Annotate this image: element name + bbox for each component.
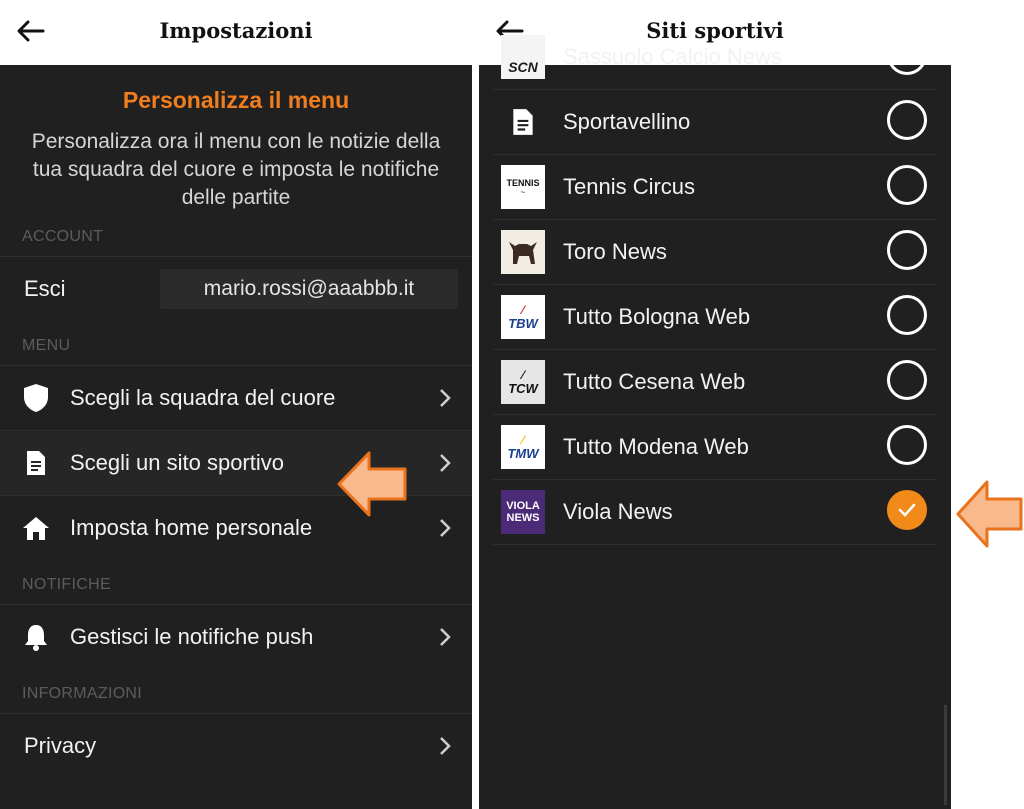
shield-icon xyxy=(22,384,50,412)
radio-button[interactable] xyxy=(887,165,927,205)
logo-swoosh: ⁄ xyxy=(521,302,524,317)
chevron-right-icon xyxy=(440,389,451,407)
logo-swoosh: ⁄ xyxy=(521,367,524,382)
logo-text: TMW xyxy=(507,445,539,461)
list-item[interactable]: Sportavellino xyxy=(493,90,937,155)
site-logo: SCN xyxy=(501,35,545,79)
radio-button[interactable] xyxy=(887,230,927,270)
site-logo: ⁄ TBW xyxy=(501,295,545,339)
sites-list: SCN Sassuolo Calcio News Sportavellino T… xyxy=(479,35,951,809)
site-name: Toro News xyxy=(563,239,667,264)
radio-button-selected[interactable] xyxy=(887,490,927,530)
list-item[interactable]: ⁄ TCW Tutto Cesena Web xyxy=(493,350,937,415)
logout-label: Esci xyxy=(24,276,66,301)
list-item[interactable]: Toro News xyxy=(493,220,937,285)
site-logo: TENNIS ~ xyxy=(501,165,545,209)
menu-item-label: Privacy xyxy=(24,733,97,758)
site-logo: ⁄ TCW xyxy=(501,360,545,404)
list-item[interactable]: VIOLA NEWS Viola News xyxy=(493,480,937,545)
list-item[interactable]: ⁄ TBW Tutto Bologna Web xyxy=(493,285,937,350)
menu-item-label: Imposta home personale xyxy=(70,515,313,540)
settings-body: Personalizza il menu Personalizza ora il… xyxy=(0,65,472,809)
site-name: Tutto Bologna Web xyxy=(563,304,751,329)
menu-item-privacy[interactable]: Privacy xyxy=(0,713,472,778)
home-icon xyxy=(22,514,50,542)
site-name: Tutto Cesena Web xyxy=(563,369,746,394)
menu-item-squadra[interactable]: Scegli la squadra del cuore xyxy=(0,365,472,430)
radio-button[interactable] xyxy=(887,360,927,400)
account-email: mario.rossi@aaabbb.it xyxy=(160,269,458,309)
chevron-right-icon xyxy=(440,454,451,472)
scrollbar[interactable] xyxy=(944,705,947,805)
site-name: Sportavellino xyxy=(563,109,691,134)
bell-icon xyxy=(22,623,50,651)
logo-circus-mark: ~ xyxy=(520,187,526,197)
document-icon xyxy=(22,449,50,477)
site-name: Viola News xyxy=(563,499,673,524)
settings-header: Impostazioni xyxy=(0,0,472,65)
logo-swoosh: ⁄ xyxy=(521,432,524,447)
section-menu: MENU xyxy=(22,337,71,354)
pointer-arrow-annotation xyxy=(956,480,1023,548)
radio-button[interactable] xyxy=(887,425,927,465)
pointer-arrow-annotation xyxy=(337,451,407,517)
logo-news-text: NEWS xyxy=(506,512,540,524)
logo-text: TBW xyxy=(508,315,538,331)
site-logo: VIOLA NEWS xyxy=(501,490,545,534)
sport-sites-panel: Siti sportivi SCN Sassuolo Calcio News S… xyxy=(479,0,951,809)
section-notifiche: NOTIFICHE xyxy=(22,576,111,593)
site-name: Tutto Modena Web xyxy=(563,434,749,459)
menu-item-label: Scegli un sito sportivo xyxy=(70,450,284,475)
menu-item-label: Scegli la squadra del cuore xyxy=(70,385,336,410)
chevron-right-icon xyxy=(440,519,451,537)
site-name: Tennis Circus xyxy=(563,174,696,199)
logo-text: SCN xyxy=(508,59,538,75)
list-item[interactable]: SCN Sassuolo Calcio News xyxy=(493,25,937,90)
bull-logo-icon xyxy=(501,230,545,274)
list-item[interactable]: ⁄ TMW Tutto Modena Web xyxy=(493,415,937,480)
list-item[interactable]: TENNIS ~ Tennis Circus xyxy=(493,155,937,220)
document-icon xyxy=(501,100,545,144)
promo-text: Personalizza ora il menu con le notizie … xyxy=(31,130,441,209)
section-account: ACCOUNT xyxy=(22,228,104,245)
section-informazioni: INFORMAZIONI xyxy=(22,685,143,702)
checkmark-icon xyxy=(898,503,916,517)
radio-button[interactable] xyxy=(887,35,927,75)
menu-item-label: Gestisci le notifiche push xyxy=(70,624,314,649)
radio-button[interactable] xyxy=(887,295,927,335)
radio-button[interactable] xyxy=(887,100,927,140)
chevron-right-icon xyxy=(440,737,451,755)
site-logo: ⁄ TMW xyxy=(501,425,545,469)
chevron-right-icon xyxy=(440,628,451,646)
page-title: Impostazioni xyxy=(159,18,313,43)
settings-panel: Impostazioni Personalizza il menu Person… xyxy=(0,0,472,809)
menu-item-notifiche-push[interactable]: Gestisci le notifiche push xyxy=(0,604,472,669)
site-name: Sassuolo Calcio News xyxy=(563,44,782,69)
logo-text: VIOLA xyxy=(506,500,540,512)
promo-title: Personalizza il menu xyxy=(122,87,350,113)
logo-text: TENNIS xyxy=(506,177,540,188)
logo-text: TCW xyxy=(508,380,538,396)
logout-row[interactable]: Esci mario.rossi@aaabbb.it xyxy=(0,256,472,321)
